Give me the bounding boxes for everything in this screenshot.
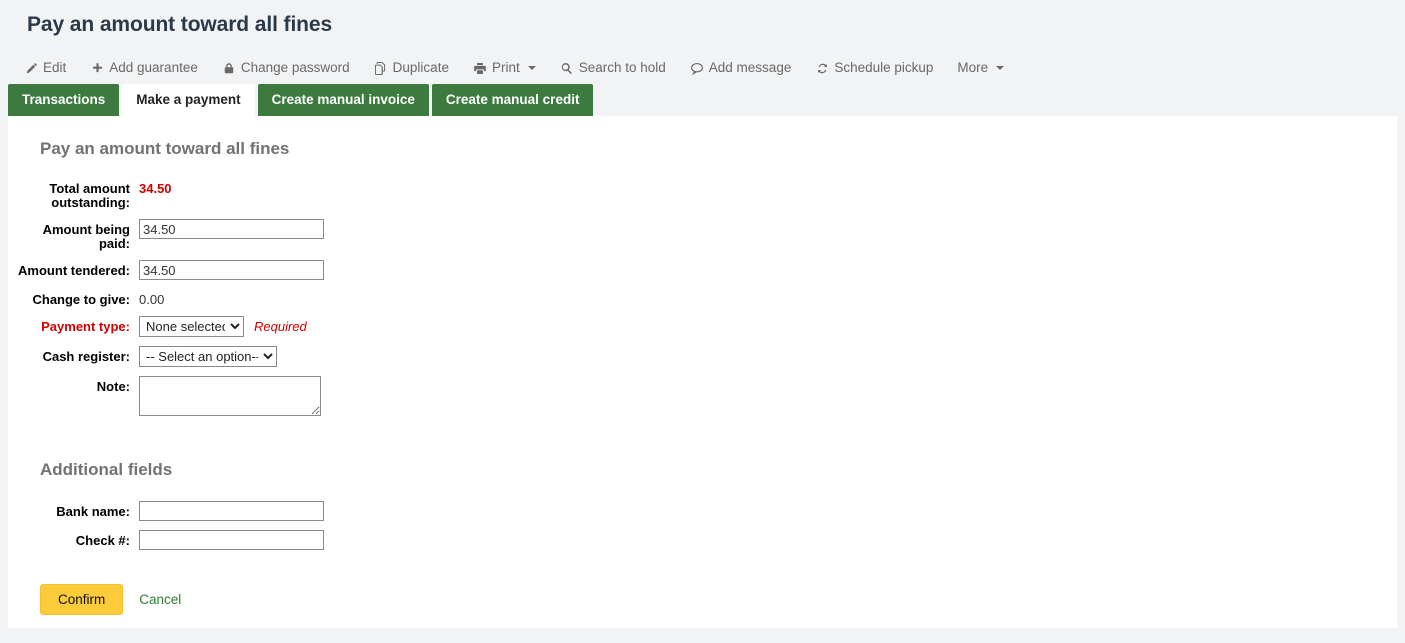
total-outstanding-label: Total amount outstanding: — [8, 178, 130, 210]
tab-transactions[interactable]: Transactions — [8, 84, 119, 116]
row-check-number: Check #: — [8, 530, 1397, 550]
check-number-label: Check #: — [8, 530, 130, 548]
toolbar-edit-label: Edit — [43, 60, 66, 76]
toolbar-add-guarantee-button[interactable]: Add guarantee — [90, 60, 198, 76]
payment-type-label: Payment type: — [8, 316, 130, 334]
toolbar-print-label: Print — [492, 60, 520, 76]
note-textarea[interactable] — [139, 376, 321, 416]
additional-fields-section: Additional fields Bank name: Check #: — [8, 459, 1397, 550]
payment-type-control-group: None selected Required — [139, 316, 307, 337]
row-amount-tendered: Amount tendered: — [8, 260, 1397, 280]
toolbar-search-to-hold-label: Search to hold — [579, 60, 666, 76]
tab-bar: Transactions Make a payment Create manua… — [0, 85, 1405, 116]
amount-being-paid-label: Amount being paid: — [8, 219, 130, 251]
toolbar-schedule-pickup-button[interactable]: Schedule pickup — [815, 60, 933, 76]
chevron-down-icon — [528, 66, 536, 70]
row-total-outstanding: Total amount outstanding: 34.50 — [8, 178, 1397, 210]
plus-icon — [90, 61, 104, 75]
change-to-give-label: Change to give: — [8, 289, 130, 307]
tab-make-a-payment[interactable]: Make a payment — [122, 84, 254, 116]
row-amount-being-paid: Amount being paid: — [8, 219, 1397, 251]
refresh-icon — [815, 61, 829, 75]
amount-being-paid-input[interactable] — [139, 219, 324, 239]
toolbar-add-message-label: Add message — [709, 60, 792, 76]
note-label: Note: — [8, 376, 130, 394]
bank-name-input[interactable] — [139, 501, 324, 521]
row-payment-type: Payment type: None selected Required — [8, 316, 1397, 337]
form-actions: Confirm Cancel — [8, 584, 1397, 615]
toolbar-duplicate-button[interactable]: Duplicate — [374, 60, 449, 76]
row-bank-name: Bank name: — [8, 501, 1397, 521]
check-number-input[interactable] — [139, 530, 324, 550]
confirm-button[interactable]: Confirm — [40, 584, 123, 615]
cancel-link[interactable]: Cancel — [139, 592, 181, 607]
chevron-down-icon — [996, 66, 1004, 70]
toolbar-change-password-label: Change password — [241, 60, 350, 76]
toolbar-duplicate-label: Duplicate — [393, 60, 449, 76]
toolbar-more-button[interactable]: More — [957, 60, 1004, 76]
printer-icon — [473, 61, 487, 75]
toolbar: Edit Add guarantee Change password Dupli… — [0, 51, 1405, 85]
additional-fields-heading: Additional fields — [40, 459, 1397, 481]
page-header: Pay an amount toward all fines — [0, 0, 1405, 38]
pencil-icon — [24, 61, 38, 75]
payment-type-required-note: Required — [254, 316, 307, 334]
row-change-to-give: Change to give: 0.00 — [8, 289, 1397, 307]
total-outstanding-value: 34.50 — [139, 178, 172, 196]
toolbar-search-to-hold-button[interactable]: Search to hold — [560, 60, 666, 76]
tab-create-manual-credit[interactable]: Create manual credit — [432, 84, 594, 116]
change-to-give-value: 0.00 — [139, 289, 164, 307]
lock-icon — [222, 61, 236, 75]
copy-icon — [374, 61, 388, 75]
toolbar-edit-button[interactable]: Edit — [24, 60, 66, 76]
cash-register-label: Cash register: — [8, 346, 130, 364]
tab-create-manual-invoice[interactable]: Create manual invoice — [258, 84, 429, 116]
bank-name-label: Bank name: — [8, 501, 130, 519]
main-panel: Pay an amount toward all fines Total amo… — [8, 116, 1397, 628]
toolbar-schedule-pickup-label: Schedule pickup — [834, 60, 933, 76]
comment-icon — [690, 61, 704, 75]
row-note: Note: — [8, 376, 1397, 416]
toolbar-change-password-button[interactable]: Change password — [222, 60, 350, 76]
toolbar-more-label: More — [957, 60, 988, 76]
toolbar-add-message-button[interactable]: Add message — [690, 60, 792, 76]
amount-tendered-label: Amount tendered: — [8, 260, 130, 278]
row-cash-register: Cash register: -- Select an option-- — [8, 346, 1397, 367]
payment-form: Total amount outstanding: 34.50 Amount b… — [8, 178, 1397, 416]
payment-section-heading: Pay an amount toward all fines — [40, 138, 1397, 160]
cash-register-select[interactable]: -- Select an option-- — [139, 346, 277, 367]
toolbar-add-guarantee-label: Add guarantee — [109, 60, 198, 76]
toolbar-print-button[interactable]: Print — [473, 60, 536, 76]
additional-fields-form: Bank name: Check #: — [8, 501, 1397, 550]
page-title: Pay an amount toward all fines — [27, 12, 1405, 38]
search-icon — [560, 61, 574, 75]
payment-type-select[interactable]: None selected — [139, 316, 244, 337]
amount-tendered-input[interactable] — [139, 260, 324, 280]
